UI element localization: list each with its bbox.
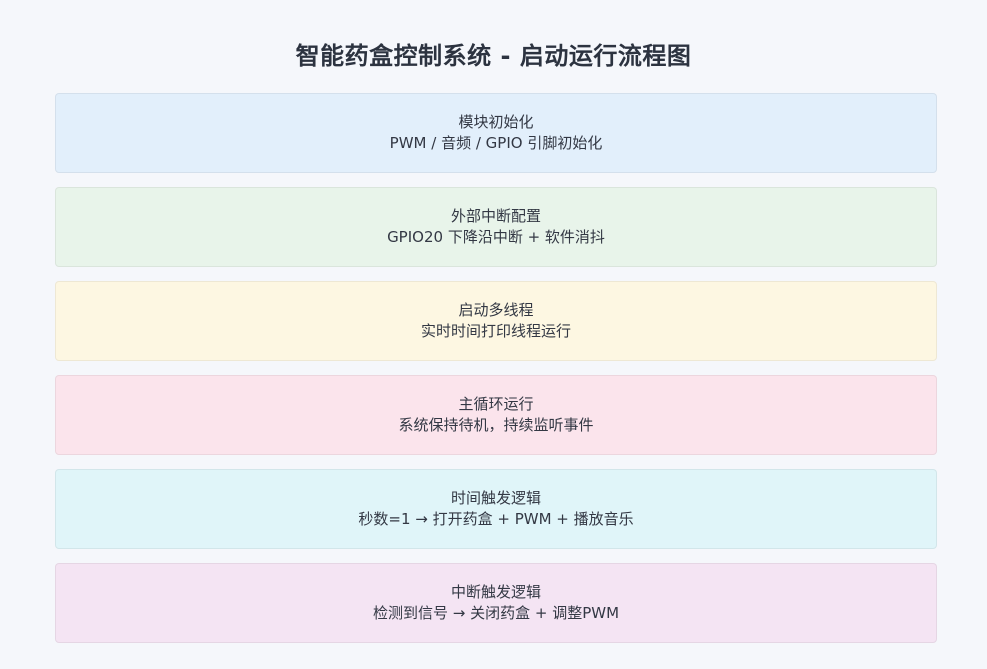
step-heading: 模块初始化 (458, 113, 534, 131)
step-detail: 检测到信号 → 关闭药盒 + 调整PWM (372, 604, 620, 622)
step-detail: 实时时间打印线程运行 (420, 322, 571, 340)
step-main-loop: 主循环运行 系统保持待机，持续监听事件 (55, 375, 937, 455)
step-interrupt-config: 外部中断配置 GPIO20 下降沿中断 + 软件消抖 (55, 187, 937, 267)
step-detail: PWM / 音频 / GPIO 引脚初始化 (389, 134, 603, 152)
step-heading: 时间触发逻辑 (450, 489, 541, 507)
step-heading: 中断触发逻辑 (450, 583, 541, 601)
step-module-init: 模块初始化 PWM / 音频 / GPIO 引脚初始化 (55, 93, 937, 173)
step-heading: 启动多线程 (458, 301, 534, 319)
step-interrupt-trigger: 中断触发逻辑 检测到信号 → 关闭药盒 + 调整PWM (55, 563, 937, 643)
step-detail: GPIO20 下降沿中断 + 软件消抖 (387, 228, 605, 246)
step-time-trigger: 时间触发逻辑 秒数=1 → 打开药盒 + PWM + 播放音乐 (55, 469, 937, 549)
step-detail: 秒数=1 → 打开药盒 + PWM + 播放音乐 (358, 510, 634, 528)
step-heading: 外部中断配置 (450, 207, 541, 225)
flow-steps: 模块初始化 PWM / 音频 / GPIO 引脚初始化 外部中断配置 GPIO2… (55, 93, 937, 657)
flowchart-page: 智能药盒控制系统 - 启动运行流程图 模块初始化 PWM / 音频 / GPIO… (0, 0, 987, 669)
step-heading: 主循环运行 (458, 395, 534, 413)
step-detail: 系统保持待机，持续监听事件 (398, 416, 594, 434)
page-title: 智能药盒控制系统 - 启动运行流程图 (295, 42, 692, 70)
step-multithread: 启动多线程 实时时间打印线程运行 (55, 281, 937, 361)
